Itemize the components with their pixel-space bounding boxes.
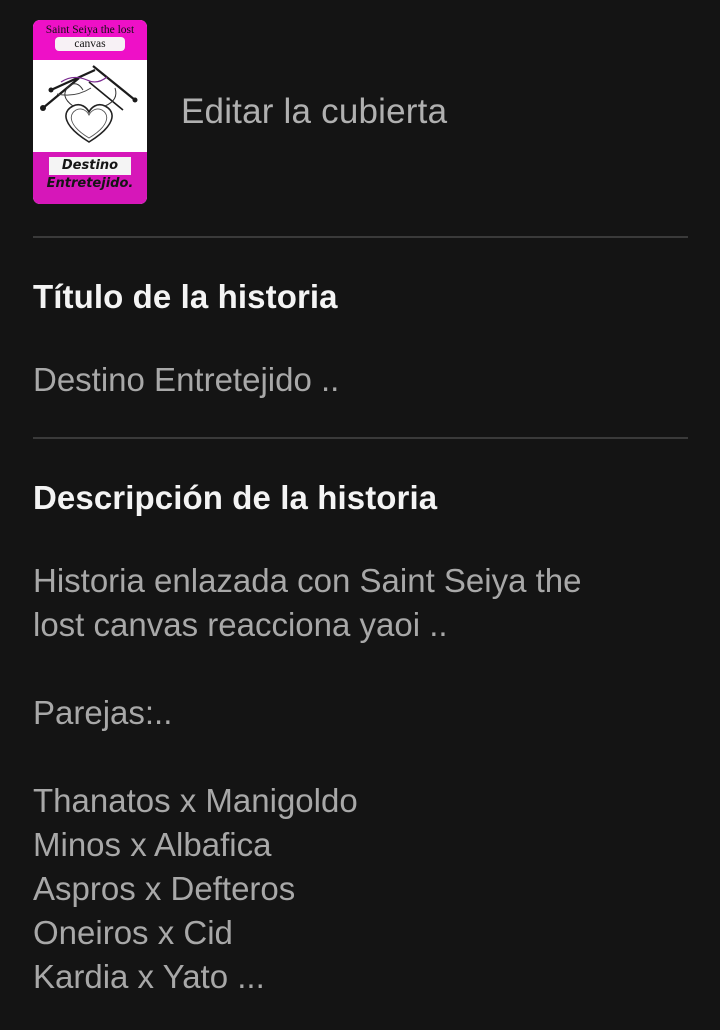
cover-art-top-banner: Saint Seiya the lost canvas <box>33 20 147 60</box>
story-title-field[interactable]: Destino Entretejido .. <box>33 358 688 402</box>
cover-art-top-line1: Saint Seiya the lost <box>45 24 135 36</box>
divider <box>33 236 688 238</box>
cover-art-bottom-banner: Destino Entretejido. <box>33 152 147 204</box>
cover-thumbnail[interactable]: Saint Seiya the lost canvas Destino Entr… <box>33 20 147 204</box>
threads-heart-illustration <box>33 60 147 152</box>
story-description-heading: Descripción de la historia <box>33 479 438 516</box>
cover-art-bottom-line1: Destino <box>49 157 131 175</box>
story-title-heading: Título de la historia <box>33 278 338 315</box>
cover-art-top-line2: canvas <box>55 37 125 51</box>
divider <box>33 437 688 439</box>
story-description-field[interactable]: Historia enlazada con Saint Seiya the lo… <box>33 559 688 999</box>
cover-art-bottom-line2: Entretejido. <box>46 176 134 191</box>
edit-cover-row[interactable]: Saint Seiya the lost canvas Destino Entr… <box>33 20 688 204</box>
edit-cover-label[interactable]: Editar la cubierta <box>181 92 447 132</box>
